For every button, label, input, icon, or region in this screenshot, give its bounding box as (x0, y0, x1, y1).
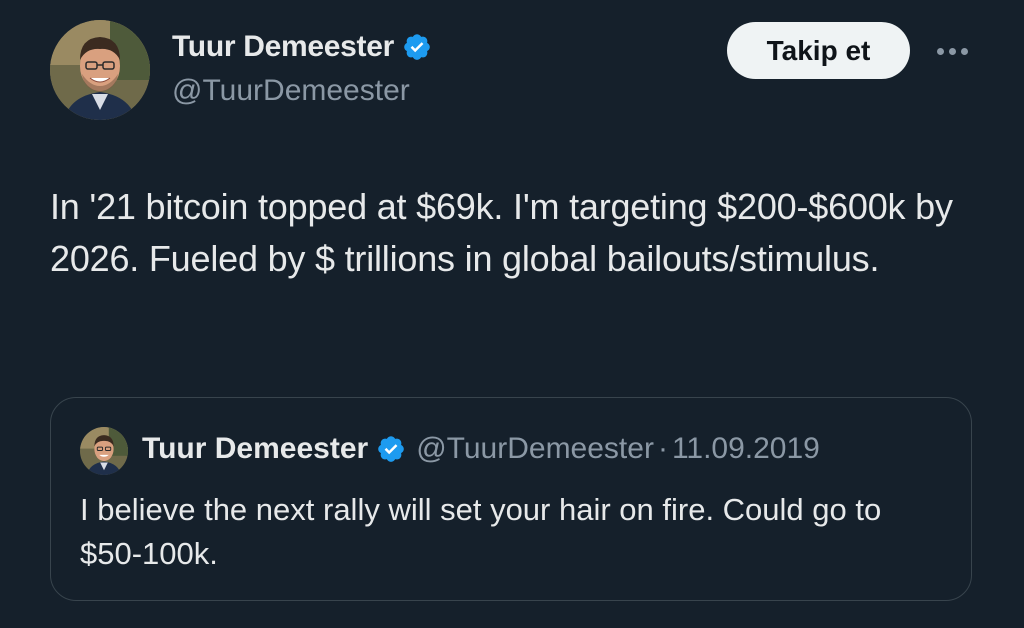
tweet: Tuur Demeester @TuurDemeester Takip et I… (0, 0, 1024, 628)
quoted-text: I believe the next rally will set your h… (80, 492, 882, 571)
verified-badge-icon (404, 34, 430, 60)
author-avatar[interactable] (50, 20, 150, 120)
follow-button[interactable]: Takip et (727, 22, 910, 79)
more-dot (948, 47, 956, 55)
more-dot (936, 47, 944, 55)
quoted-author-avatar[interactable] (80, 427, 128, 475)
author-name[interactable]: Tuur Demeester (172, 30, 394, 64)
more-options-icon[interactable] (930, 36, 974, 66)
quoted-avatar-image (80, 427, 128, 475)
quoted-separator: · (657, 432, 668, 465)
quoted-tweet[interactable]: Tuur Demeester @TuurDemeester · 11.09.20… (50, 397, 972, 601)
verified-badge-icon (378, 436, 404, 462)
avatar-image (50, 20, 150, 120)
author-handle[interactable]: @TuurDemeester (172, 74, 410, 108)
quoted-author-name[interactable]: Tuur Demeester (142, 432, 368, 466)
tweet-text: In '21 bitcoin topped at $69k. I'm targe… (50, 186, 953, 279)
quoted-header: Tuur Demeester @TuurDemeester · 11.09.20… (142, 432, 820, 466)
quoted-date[interactable]: 11.09.2019 (672, 432, 820, 466)
author-name-row: Tuur Demeester (172, 30, 432, 64)
more-dot (960, 47, 968, 55)
quoted-author-handle[interactable]: @TuurDemeester (416, 432, 654, 466)
